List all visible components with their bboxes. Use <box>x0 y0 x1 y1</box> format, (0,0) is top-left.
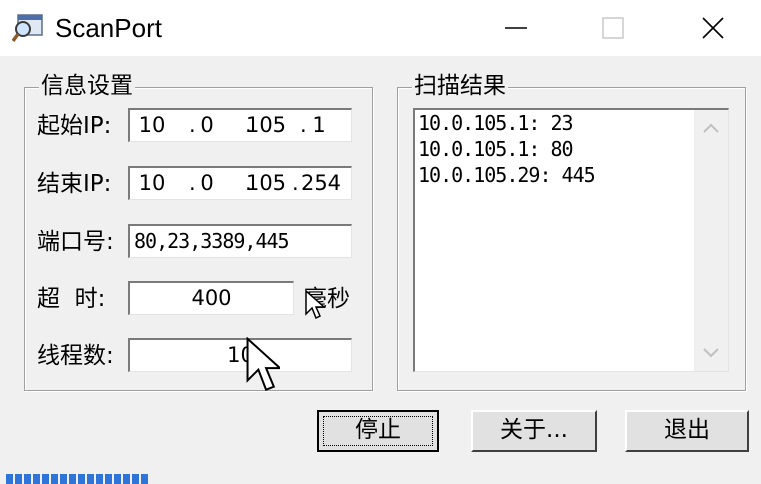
mouse-cursor-icon <box>305 290 326 320</box>
chevron-down-icon[interactable] <box>702 347 720 359</box>
progress-segment <box>69 474 76 484</box>
threads-value: 10 <box>227 343 254 367</box>
progress-segment <box>42 474 49 484</box>
scan-results-title: 扫描结果 <box>412 71 508 101</box>
progress-segment <box>60 474 67 484</box>
scanport-window: ScanPort 信息设置 起始IP: 10 . 0 . 105 . 1 结束I… <box>0 0 761 484</box>
progress-segment <box>123 474 130 484</box>
minimize-icon <box>504 27 527 29</box>
timeout-field[interactable]: 400 <box>128 281 294 315</box>
threads-label: 线程数: <box>37 343 114 369</box>
scan-results-list[interactable]: 10.0.105.1: 23 10.0.105.1: 80 10.0.105.2… <box>413 108 729 372</box>
exit-button-label: 退出 <box>664 417 710 443</box>
progress-segment <box>6 474 13 484</box>
list-item[interactable]: 10.0.105.1: 80 <box>415 136 728 162</box>
start-ip-label: 起始IP: <box>37 113 112 139</box>
minimize-button[interactable] <box>467 0 564 56</box>
window-title: ScanPort <box>55 13 162 43</box>
close-icon <box>701 17 724 39</box>
stop-button-label: 停止 <box>355 417 401 443</box>
progress-segment <box>141 474 148 484</box>
progress-segment <box>105 474 112 484</box>
about-button-label: 关于... <box>500 417 568 443</box>
list-item[interactable]: 10.0.105.29: 445 <box>415 162 728 188</box>
progress-segment <box>114 474 121 484</box>
start-ip-field[interactable]: 10 . 0 . 105 . 1 <box>128 108 352 142</box>
start-ip-octet-2[interactable]: 0 <box>191 110 223 140</box>
about-button[interactable]: 关于... <box>471 410 597 452</box>
threads-field[interactable]: 10 <box>128 338 352 372</box>
progress-segment <box>132 474 139 484</box>
ports-value: 80,23,3389,445 <box>134 229 290 253</box>
timeout-value: 400 <box>191 286 232 310</box>
start-ip-octet-1[interactable]: 10 <box>136 110 168 140</box>
end-ip-octet-2[interactable]: 0 <box>191 168 223 198</box>
maximize-icon <box>601 17 624 39</box>
end-ip-label: 结束IP: <box>37 171 112 197</box>
list-item[interactable]: 10.0.105.1: 23 <box>415 110 728 136</box>
close-button[interactable] <box>664 0 761 56</box>
timeout-label: 超 时: <box>37 286 106 312</box>
start-ip-octet-3[interactable]: 105 <box>241 110 291 140</box>
title-bar[interactable]: ScanPort <box>0 0 761 56</box>
results-scrollbar[interactable] <box>694 110 728 371</box>
progress-segment <box>78 474 85 484</box>
progress-segment <box>33 474 40 484</box>
end-ip-field[interactable]: 10 . 0 . 105 . 254 <box>128 166 352 200</box>
progress-segment <box>96 474 103 484</box>
end-ip-octet-4[interactable]: 254 <box>295 168 347 198</box>
chevron-up-icon[interactable] <box>702 122 720 134</box>
end-ip-octet-1[interactable]: 10 <box>136 168 168 198</box>
ports-field[interactable]: 80,23,3389,445 <box>128 224 352 258</box>
exit-button[interactable]: 退出 <box>625 410 749 452</box>
end-ip-octet-3[interactable]: 105 <box>241 168 291 198</box>
magnifier-window-icon <box>12 14 43 43</box>
progress-segment <box>51 474 58 484</box>
progress-bar <box>6 474 151 484</box>
maximize-button[interactable] <box>564 0 661 56</box>
start-ip-octet-4[interactable]: 1 <box>303 110 335 140</box>
mouse-cursor-icon <box>246 337 280 392</box>
info-settings-title: 信息设置 <box>39 71 135 101</box>
progress-segment <box>87 474 94 484</box>
progress-segment <box>24 474 31 484</box>
progress-segment <box>15 474 22 484</box>
ports-label: 端口号: <box>37 229 114 255</box>
stop-button[interactable]: 停止 <box>317 410 439 452</box>
